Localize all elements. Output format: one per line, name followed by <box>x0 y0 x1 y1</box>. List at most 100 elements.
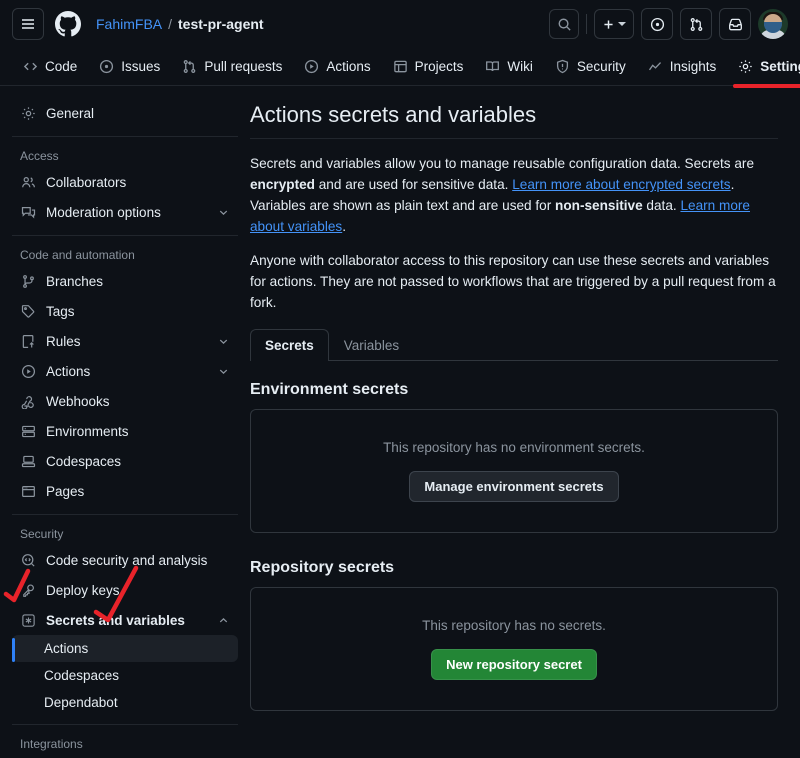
sidebar-item-label: Rules <box>46 333 81 349</box>
sidebar-item-general[interactable]: General <box>12 98 238 128</box>
sidebar-item-label: Collaborators <box>46 174 127 190</box>
sidebar-heading-access: Access <box>20 149 59 163</box>
repo-nav-wiki[interactable]: Wiki <box>476 54 542 79</box>
gear-icon <box>738 59 753 74</box>
plus-icon <box>604 19 613 29</box>
tag-icon <box>20 303 36 319</box>
sidebar-item-label: Tags <box>46 303 75 319</box>
sidebar-item-secrets-and-variables[interactable]: Secrets and variables <box>12 605 238 635</box>
book-icon <box>485 59 500 74</box>
sidebar-item-tags[interactable]: Tags <box>12 296 238 326</box>
sidebar-item-label: Branches <box>46 273 104 289</box>
tab-label: Secrets <box>265 338 314 354</box>
description-paragraph-2: Anyone with collaborator access to this … <box>250 253 776 311</box>
sidebar-item-pages[interactable]: Pages <box>12 476 238 506</box>
codescan-icon <box>20 552 36 568</box>
underline-settings-tab <box>733 84 800 88</box>
inbox-icon[interactable] <box>719 8 751 40</box>
issue-opened-icon[interactable] <box>641 8 673 40</box>
repo-nav-label: Code <box>45 59 78 74</box>
repo-nav-label: Pull requests <box>204 59 283 74</box>
sidebar-divider <box>12 514 238 515</box>
sidebar-item-actions[interactable]: Actions <box>12 356 238 386</box>
repo-nav-label: Security <box>576 59 626 74</box>
sidebar-item-moderation-options[interactable]: Moderation options <box>12 197 238 227</box>
breadcrumb: FahimFBA / test-pr-agent <box>96 16 264 32</box>
description-paragraph-1: Secrets and variables allow you to manag… <box>250 153 778 237</box>
sidebar-item-rules[interactable]: Rules <box>12 326 238 356</box>
git-pull-request-icon[interactable] <box>680 8 712 40</box>
sidebar-item-collaborators[interactable]: Collaborators <box>12 167 238 197</box>
git-pull-request-icon <box>182 59 197 74</box>
tab-variables[interactable]: Variables <box>329 329 414 361</box>
sidebar-item-deploy-keys[interactable]: Deploy keys <box>12 575 238 605</box>
gear-icon <box>20 105 36 121</box>
table-icon <box>393 59 408 74</box>
repo-nav-label: Projects <box>414 59 464 74</box>
sidebar-item-label: Webhooks <box>46 393 110 409</box>
breadcrumb-repo[interactable]: test-pr-agent <box>178 16 264 32</box>
repo-nav-label: Insights <box>669 59 717 74</box>
repository-secrets-empty-text: This repository has no secrets. <box>422 618 606 634</box>
desc-bold-non-sensitive: non-sensitive <box>555 198 643 214</box>
desc-text-2: and are used for sensitive data. <box>314 177 513 193</box>
sidebar-item-codespaces[interactable]: Codespaces <box>12 446 238 476</box>
page-content: General Access Collaborators Moderation … <box>0 86 800 758</box>
sidebar-item-branches[interactable]: Branches <box>12 266 238 296</box>
repo-nav-settings[interactable]: Settings <box>729 54 800 88</box>
title-divider <box>250 138 778 139</box>
repo-nav-label: Wiki <box>507 59 533 74</box>
sidebar-subitem-label: Actions <box>44 641 89 656</box>
github-logo-icon[interactable] <box>52 8 84 40</box>
header-actions <box>549 8 788 40</box>
chevron-down-icon <box>217 335 230 348</box>
sidebar-item-label: Pages <box>46 483 85 499</box>
environment-secrets-empty-text: This repository has no environment secre… <box>383 440 645 456</box>
new-repository-secret-button[interactable]: New repository secret <box>431 649 597 681</box>
repo-nav-actions[interactable]: Actions <box>295 54 379 79</box>
chevron-up-icon <box>217 614 230 627</box>
chevron-down-icon <box>217 206 230 219</box>
settings-main-panel: Actions secrets and variables Secrets an… <box>250 86 800 758</box>
avatar[interactable] <box>758 9 788 39</box>
breadcrumb-owner[interactable]: FahimFBA <box>96 16 162 32</box>
create-new-button[interactable] <box>594 9 634 39</box>
header-divider <box>586 14 587 34</box>
manage-environment-secrets-button[interactable]: Manage environment secrets <box>409 471 619 503</box>
repo-nav-code[interactable]: Code <box>14 54 86 79</box>
sidebar-item-webhooks[interactable]: Webhooks <box>12 386 238 416</box>
breadcrumb-separator: / <box>168 16 173 32</box>
git-branch-icon <box>20 273 36 289</box>
sidebar-subitem-dependabot[interactable]: Dependabot <box>12 689 238 716</box>
repo-nav-security[interactable]: Security <box>546 54 635 79</box>
sidebar-subitem-actions[interactable]: Actions <box>12 635 238 662</box>
sidebar-item-label: General <box>46 105 95 121</box>
sidebar-subitem-label: Codespaces <box>44 668 120 683</box>
server-icon <box>20 423 36 439</box>
link-encrypted-secrets[interactable]: Learn more about encrypted secrets <box>512 177 730 192</box>
repository-nav: Code Issues Pull requests Actions Projec… <box>0 48 800 88</box>
sidebar-item-environments[interactable]: Environments <box>12 416 238 446</box>
key-icon <box>20 582 36 598</box>
settings-sidebar: General Access Collaborators Moderation … <box>0 86 250 758</box>
sidebar-item-code-security-and-analysis[interactable]: Code security and analysis <box>12 545 238 575</box>
repo-nav-projects[interactable]: Projects <box>384 54 473 79</box>
search-icon[interactable] <box>549 9 579 39</box>
browser-icon <box>20 483 36 499</box>
repo-nav-pull-requests[interactable]: Pull requests <box>173 54 291 79</box>
repo-nav-issues[interactable]: Issues <box>90 54 169 79</box>
repo-nav-insights[interactable]: Insights <box>639 54 726 79</box>
selected-indicator <box>12 638 15 662</box>
play-icon <box>304 59 319 74</box>
repo-nav-label: Actions <box>326 59 371 74</box>
sidebar-heading-code-automation: Code and automation <box>20 248 135 262</box>
global-header: FahimFBA / test-pr-agent <box>0 0 800 48</box>
repository-secrets-heading: Repository secrets <box>250 559 395 577</box>
issue-opened-icon <box>99 59 114 74</box>
chevron-down-icon <box>618 22 626 26</box>
hamburger-menu-icon[interactable] <box>12 8 44 40</box>
sidebar-item-label: Environments <box>46 423 129 439</box>
tab-secrets[interactable]: Secrets <box>250 329 329 362</box>
sidebar-subitem-codespaces[interactable]: Codespaces <box>12 662 238 689</box>
shield-icon <box>555 59 570 74</box>
